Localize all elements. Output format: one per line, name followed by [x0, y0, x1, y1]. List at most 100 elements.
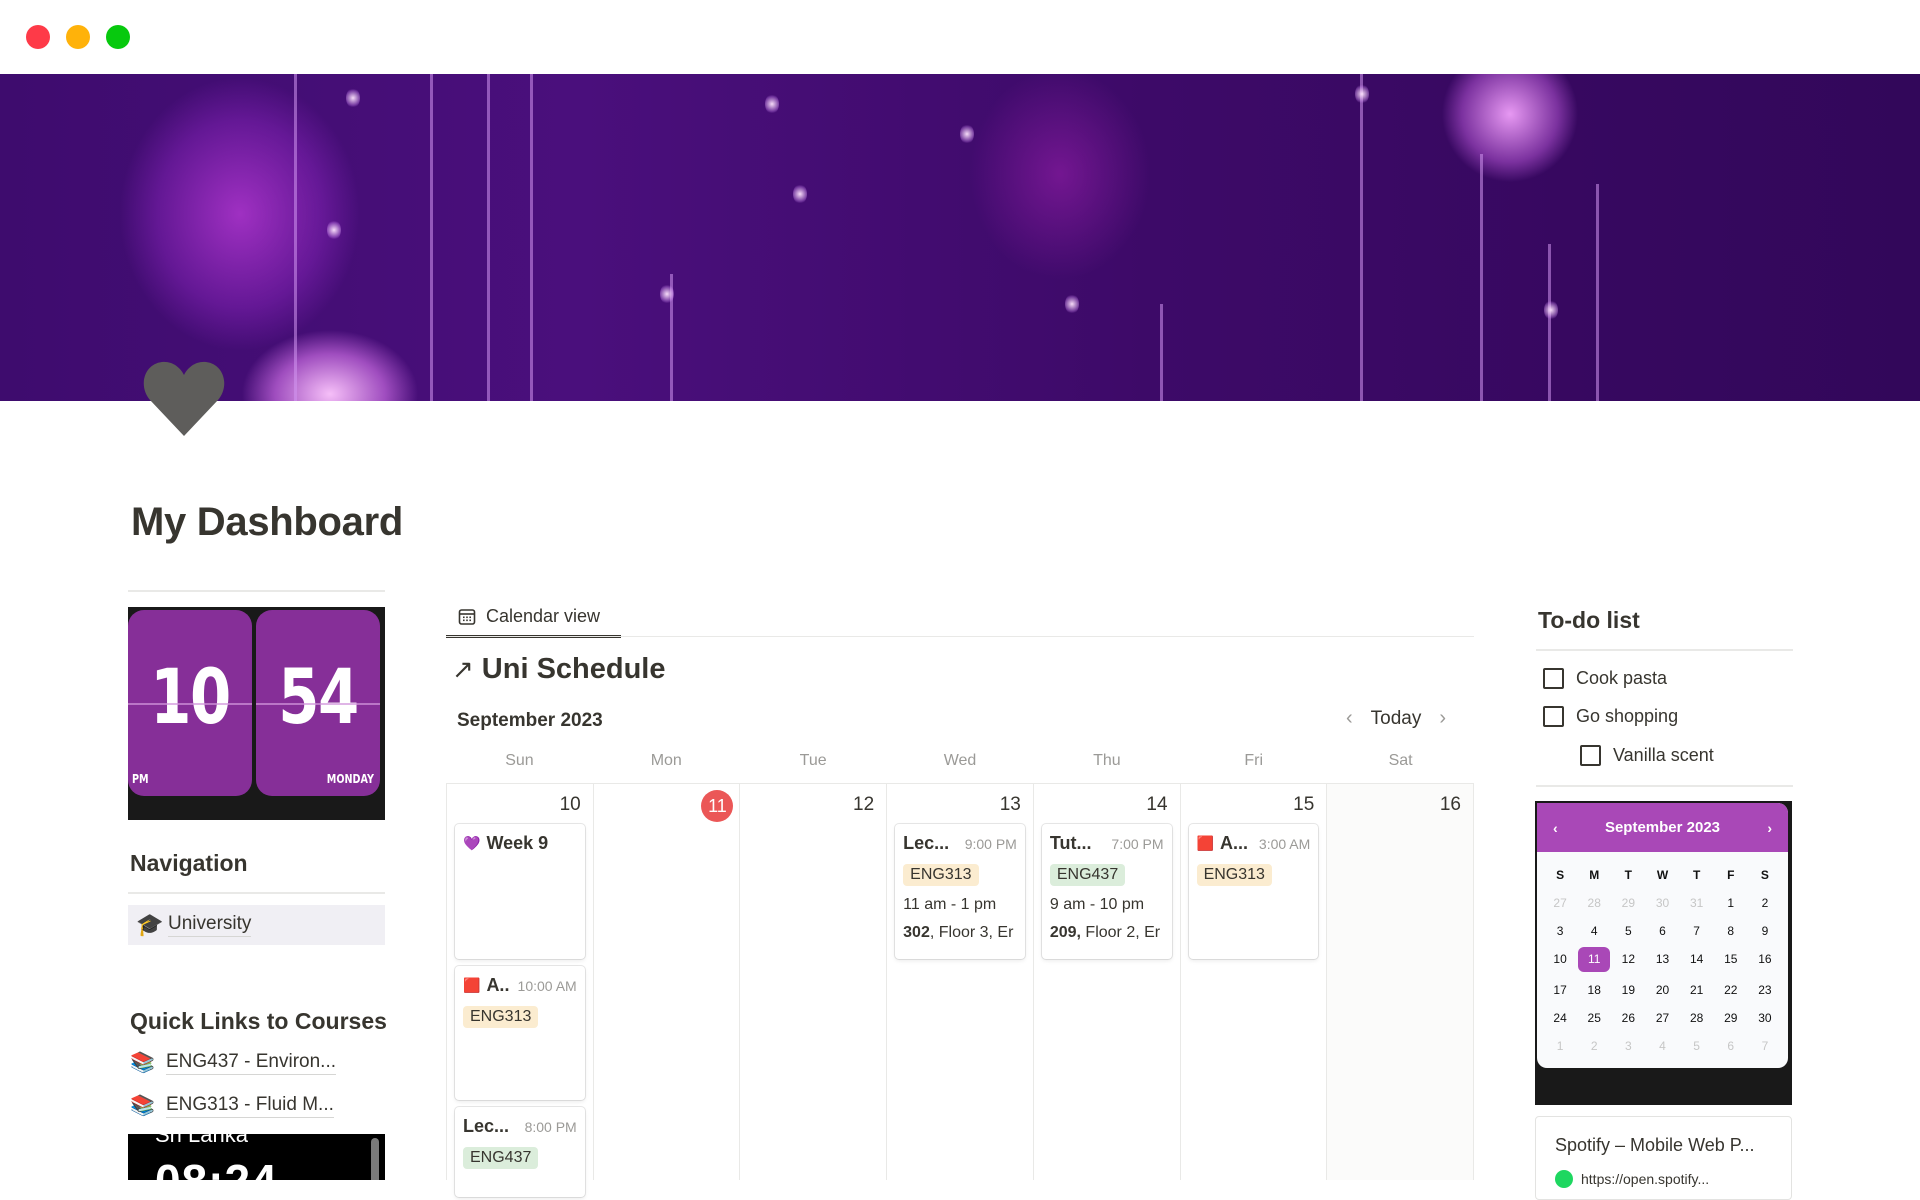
day-number: 13 — [999, 794, 1021, 815]
todo-item[interactable]: Go shopping — [1543, 706, 1678, 727]
event-name: Week 9 — [486, 833, 549, 853]
nav-link-university[interactable]: 🎓 University — [128, 905, 385, 945]
mini-day[interactable]: 22 — [1714, 981, 1748, 1000]
mini-day[interactable]: 5 — [1611, 922, 1645, 941]
mini-day[interactable]: 29 — [1714, 1009, 1748, 1028]
checkbox[interactable] — [1543, 668, 1564, 689]
mini-day[interactable]: 8 — [1714, 922, 1748, 941]
minute-tile: 54 MONDAY — [256, 610, 380, 796]
mini-day[interactable]: 19 — [1611, 981, 1645, 1000]
event-card[interactable]: 💜 Week 9 — [455, 824, 585, 959]
course-link-label[interactable]: ENG437 - Environ... — [166, 1051, 337, 1075]
event-card[interactable]: 🟥 A... 3:00 AM ENG313 — [1188, 824, 1319, 959]
mini-day[interactable]: 4 — [1645, 1037, 1679, 1056]
chevron-left-icon[interactable]: ‹ — [1346, 707, 1353, 730]
mini-day[interactable]: 25 — [1577, 1009, 1611, 1028]
mini-day[interactable]: 30 — [1748, 1009, 1782, 1028]
checkbox[interactable] — [1580, 745, 1601, 766]
mini-day[interactable]: 6 — [1645, 922, 1679, 941]
mini-day[interactable]: 3 — [1611, 1037, 1645, 1056]
calendar-grid: 10 💜 Week 9 🟥 A.. 10:00 AM ENG313 Lec...… — [446, 783, 1474, 1197]
tab-calendar-view[interactable]: Calendar view — [446, 598, 621, 638]
mini-day[interactable]: 6 — [1714, 1037, 1748, 1056]
chevron-right-icon[interactable]: › — [1767, 820, 1772, 836]
navigation-heading: Navigation — [130, 850, 248, 876]
mini-day[interactable]: 13 — [1645, 950, 1679, 969]
mini-day[interactable]: 3 — [1543, 922, 1577, 941]
mini-day[interactable]: 2 — [1577, 1037, 1611, 1056]
day-cell-sun[interactable]: 10 💜 Week 9 🟥 A.. 10:00 AM ENG313 Lec...… — [447, 784, 594, 1197]
day-cell-fri[interactable]: 15 🟥 A... 3:00 AM ENG313 — [1181, 784, 1328, 1180]
course-tag: ENG313 — [463, 1006, 539, 1028]
close-window-button[interactable] — [26, 25, 50, 49]
mini-day[interactable]: 21 — [1680, 981, 1714, 1000]
today-button[interactable]: Today — [1371, 708, 1422, 730]
todo-item[interactable]: Cook pasta — [1543, 668, 1667, 689]
mini-day[interactable]: 7 — [1748, 1037, 1782, 1056]
mini-day[interactable]: 2 — [1748, 894, 1782, 913]
database-title[interactable]: Uni Schedule — [482, 653, 666, 686]
course-link-label[interactable]: ENG313 - Fluid M... — [166, 1094, 334, 1118]
day-cell-thu[interactable]: 14 Tut... 7:00 PM ENG437 9 am - 10 pm 20… — [1034, 784, 1181, 1180]
database-title-link[interactable]: ↗ Uni Schedule — [452, 653, 666, 686]
mini-calendar: ‹ September 2023 › S M T W T F S 27 28 29 30 31 1 2 3 4… — [1537, 803, 1788, 1068]
mini-day[interactable]: 20 — [1645, 981, 1679, 1000]
mini-day[interactable]: 10 — [1543, 950, 1577, 969]
day-cell-mon[interactable]: 11 — [594, 784, 741, 1180]
mini-day[interactable]: 17 — [1543, 981, 1577, 1000]
weekday-label: Wed — [943, 752, 977, 769]
mini-day[interactable]: 7 — [1680, 922, 1714, 941]
mini-day[interactable]: 26 — [1611, 1009, 1645, 1028]
location-detail: Floor 2, Er — [1080, 924, 1161, 941]
day-number: 15 — [1293, 794, 1315, 815]
tab-label: Calendar view — [486, 606, 601, 626]
mini-day[interactable]: 30 — [1645, 894, 1679, 913]
mini-day[interactable]: 27 — [1543, 894, 1577, 913]
chevron-right-icon[interactable]: › — [1439, 707, 1446, 730]
mini-day-selected[interactable]: 11 — [1578, 947, 1611, 972]
mini-day[interactable]: 29 — [1611, 894, 1645, 913]
mini-day[interactable]: 5 — [1680, 1037, 1714, 1056]
event-card[interactable]: Lec... 8:00 PM ENG437 — [455, 1107, 585, 1197]
mini-day[interactable]: 14 — [1680, 950, 1714, 969]
todo-item-nested[interactable]: Vanilla scent — [1580, 745, 1714, 766]
page-title[interactable]: My Dashboard — [131, 500, 403, 545]
event-card[interactable]: Tut... 7:00 PM ENG437 9 am - 10 pm 209, … — [1041, 824, 1172, 959]
minimize-window-button[interactable] — [66, 25, 90, 49]
checkbox[interactable] — [1543, 706, 1564, 727]
todo-label[interactable]: Cook pasta — [1576, 668, 1667, 689]
nav-link-label[interactable]: University — [168, 913, 252, 937]
red-square-icon: 🟥 — [1196, 835, 1214, 851]
heart-icon[interactable] — [142, 358, 226, 438]
mini-day[interactable]: 1 — [1543, 1037, 1577, 1056]
mini-day[interactable]: 28 — [1577, 894, 1611, 913]
mini-day[interactable]: 16 — [1748, 950, 1782, 969]
cover-image — [0, 74, 1920, 401]
event-card[interactable]: Lec... 9:00 PM ENG313 11 am - 1 pm 302, … — [895, 824, 1025, 959]
day-cell-wed[interactable]: 13 Lec... 9:00 PM ENG313 11 am - 1 pm 30… — [887, 784, 1034, 1180]
mini-day[interactable]: 24 — [1543, 1009, 1577, 1028]
room-number: 209, — [1049, 924, 1081, 941]
maximize-window-button[interactable] — [106, 25, 130, 49]
scrollbar[interactable] — [371, 1138, 379, 1180]
mini-day[interactable]: 31 — [1680, 894, 1714, 913]
event-time: 10:00 AM — [517, 977, 577, 994]
mini-day[interactable]: 1 — [1714, 894, 1748, 913]
spotify-bookmark[interactable]: Spotify – Mobile Web P... https://open.s… — [1535, 1116, 1792, 1200]
mini-day[interactable]: 4 — [1577, 922, 1611, 941]
day-cell-sat[interactable]: 16 — [1327, 784, 1474, 1180]
mini-day[interactable]: 12 — [1611, 950, 1645, 969]
todo-label[interactable]: Vanilla scent — [1613, 745, 1714, 766]
mini-day[interactable]: 27 — [1645, 1009, 1679, 1028]
mini-day[interactable]: 9 — [1748, 922, 1782, 941]
course-link-eng313[interactable]: 📚 ENG313 - Fluid M... — [130, 1093, 334, 1118]
mini-day[interactable]: 18 — [1577, 981, 1611, 1000]
mini-day[interactable]: 23 — [1748, 981, 1782, 1000]
mini-day[interactable]: 15 — [1714, 950, 1748, 969]
course-link-eng437[interactable]: 📚 ENG437 - Environ... — [130, 1050, 337, 1075]
todo-label[interactable]: Go shopping — [1576, 706, 1678, 727]
day-cell-tue[interactable]: 12 — [740, 784, 888, 1180]
mini-day[interactable]: 28 — [1680, 1009, 1714, 1028]
event-card[interactable]: 🟥 A.. 10:00 AM ENG313 — [455, 966, 585, 1100]
chevron-left-icon[interactable]: ‹ — [1553, 820, 1558, 836]
